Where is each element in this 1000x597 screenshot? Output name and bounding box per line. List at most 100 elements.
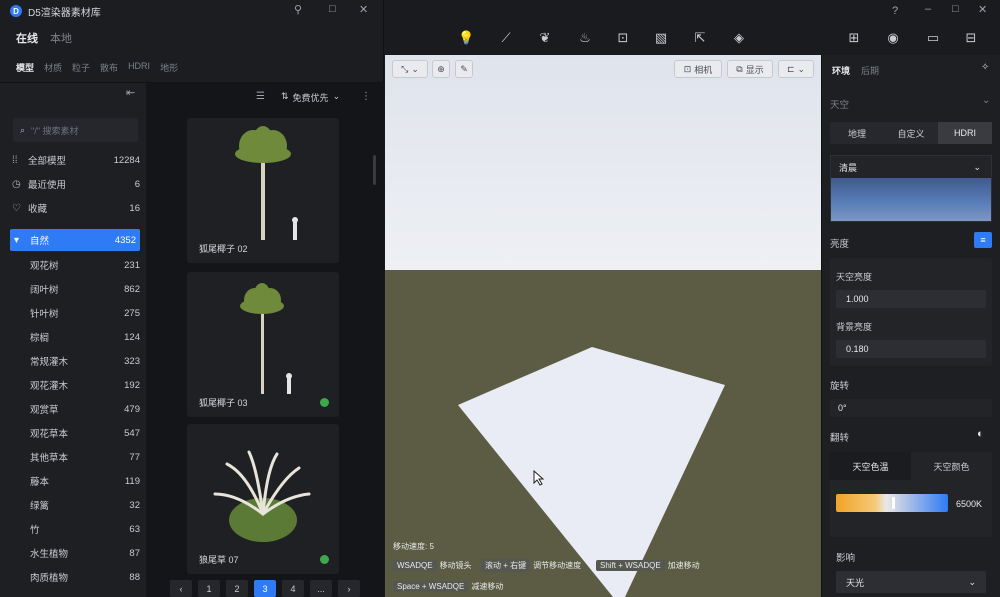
tab-post[interactable]: 后期 [861, 64, 879, 77]
camera-button[interactable]: ⊡ 相机 [674, 60, 722, 78]
eyedropper-button[interactable]: ✎ [455, 60, 473, 78]
fire-icon[interactable]: ♨ [577, 30, 593, 46]
sidebar-item[interactable]: 针叶树 275 [12, 302, 140, 324]
rotation-input[interactable]: 0° [830, 399, 992, 417]
sidebar-item[interactable]: 观赏草 479 [12, 398, 140, 420]
help-icon[interactable]: ? [892, 5, 898, 17]
sidebar-item[interactable]: ♡ 收藏 16 [12, 197, 140, 219]
asset-card[interactable]: 狼尾草 07 [187, 424, 339, 574]
asset-card[interactable]: 狐尾椰子 03 [187, 272, 339, 417]
palm-tree-thumbnail [240, 283, 292, 394]
tab-particles[interactable]: 粒子 [72, 61, 90, 74]
page-button[interactable]: 1 [198, 580, 220, 597]
page-button[interactable]: ‹ [170, 580, 192, 597]
tab-materials[interactable]: 材质 [44, 61, 62, 74]
path-icon[interactable]: ⟋ [498, 30, 514, 46]
close-button[interactable]: ✕ [978, 3, 987, 16]
search-input[interactable]: ⌕ "/" 搜索素材 [13, 118, 138, 142]
library-close-button[interactable]: ✕ [359, 3, 368, 16]
sky-mode-hdri[interactable]: HDRI [938, 122, 992, 144]
sky-mode-geo[interactable]: 地理 [830, 122, 884, 144]
tab-online[interactable]: 在线 [16, 30, 38, 46]
page-button[interactable]: 2 [226, 580, 248, 597]
sort-dropdown[interactable]: ⇅ 免费优先 ⌄ [281, 91, 340, 104]
white-plane-object[interactable] [385, 55, 821, 597]
sidebar-item[interactable]: 棕榈 124 [12, 326, 140, 348]
tab-scatter[interactable]: 散布 [100, 61, 118, 74]
history-icon: ◷ [12, 178, 21, 190]
chevron-down-icon: ⌄ [332, 91, 341, 101]
sidebar-item[interactable]: ◷ 最近使用 6 [12, 173, 140, 195]
influence-dropdown[interactable]: 天光 ⌄ [836, 571, 986, 593]
sidebar-item[interactable]: 水生植物 87 [12, 542, 140, 564]
tab-local[interactable]: 本地 [50, 30, 72, 46]
select-icon[interactable]: ⇱ [692, 30, 708, 46]
library-maximize-button[interactable]: □ [329, 3, 336, 15]
sidebar-item[interactable]: 竹 63 [12, 518, 140, 540]
hdri-selector[interactable]: 清晨 ⌄ [830, 155, 992, 222]
downloaded-badge [320, 555, 329, 564]
inbox-icon[interactable]: ⊟ [963, 30, 979, 46]
transform-mode-button[interactable]: ⤡ ⌄ [392, 60, 428, 78]
video-icon[interactable]: ▭ [925, 30, 941, 46]
sidebar-item[interactable]: 阔叶树 862 [12, 278, 140, 300]
tab-terrain[interactable]: 地形 [160, 61, 178, 74]
sidebar-item[interactable]: 其他草本 77 [12, 446, 140, 468]
sidebar-item[interactable]: 观花草本 547 [12, 422, 140, 444]
page-button[interactable]: › [338, 580, 360, 597]
camera-icon[interactable]: ◉ [885, 30, 901, 46]
sky-header: 天空 [830, 100, 850, 111]
sidebar-item[interactable]: 观花灌木 192 [12, 374, 140, 396]
more-options-icon[interactable]: ⋮ [361, 91, 371, 102]
temperature-thumb[interactable] [892, 497, 895, 509]
temperature-slider[interactable] [836, 494, 948, 512]
contrast-toggle-icon[interactable]: ◐ [977, 428, 984, 440]
collapse-sidebar-icon[interactable]: ⇤ [126, 86, 135, 99]
sidebar-item[interactable]: ⁞⁞ 全部模型 12284 [12, 149, 140, 171]
sky-brightness-input[interactable]: 1.000 [836, 290, 986, 308]
mode-sky-color[interactable]: 天空颜色 [911, 452, 992, 480]
mouse-cursor-icon [533, 470, 545, 486]
color-mode-segmented: 天空色温 天空颜色 [830, 452, 992, 480]
pin-icon[interactable]: ⚲ [294, 3, 302, 16]
sidebar-item[interactable]: 绿篱 32 [12, 494, 140, 516]
page-button[interactable]: 3 [254, 580, 276, 597]
asset-card[interactable]: 狐尾椰子 02 [187, 118, 339, 263]
minimize-button[interactable]: – [925, 3, 931, 15]
sidebar-item[interactable]: 常规灌木 323 [12, 350, 140, 372]
sidebar-item[interactable]: 观花树 231 [12, 254, 140, 276]
tab-hdri[interactable]: HDRI [128, 61, 150, 74]
maximize-button[interactable]: □ [952, 3, 959, 15]
sidebar-item-label: 竹 [30, 525, 40, 536]
display-icon: ⧉ [736, 63, 743, 74]
view-mode-button[interactable]: ⊏ ⌄ [778, 60, 814, 78]
magic-icon[interactable]: ✧ [981, 62, 989, 73]
sidebar-item-count: 275 [124, 307, 140, 319]
sidebar-item[interactable]: 藤本 119 [12, 470, 140, 492]
leaf-icon[interactable]: ❦ [537, 30, 553, 46]
sidebar-item-count: 77 [129, 451, 140, 463]
sidebar-item-label: 全部模型 [28, 156, 67, 167]
sky-mode-custom[interactable]: 自定义 [884, 122, 938, 144]
tab-environment[interactable]: 环境 [832, 64, 850, 77]
tool-icon[interactable]: ⊡ [615, 30, 631, 46]
filter-list-icon[interactable]: ☰ [256, 91, 265, 102]
chevron-down-icon[interactable]: ⌄ [982, 95, 990, 106]
asset-scrollbar[interactable] [373, 155, 376, 185]
3d-viewport[interactable]: ⤡ ⌄ ⊕ ✎ ⊡ 相机 ⧉ 显示 ⊏ ⌄ 移动速度: 5 WSADQE 移动镜头 滚动 … [385, 55, 821, 597]
material-icon[interactable]: ▧ [653, 30, 669, 46]
page-button[interactable]: 4 [282, 580, 304, 597]
render-icon[interactable]: ⊞ [846, 30, 862, 46]
sidebar-item[interactable]: ▾ 自然 4352 [10, 229, 140, 251]
globe-button[interactable]: ⊕ [432, 60, 450, 78]
display-button[interactable]: ⧉ 显示 [727, 60, 773, 78]
tab-models[interactable]: 模型 [16, 61, 34, 74]
light-icon[interactable]: 💡 [458, 30, 474, 46]
adjust-icon[interactable]: ≡ [974, 232, 992, 248]
sidebar-item[interactable]: 肉质植物 88 [12, 566, 140, 588]
shortcut-hint: Space + WSADQE 减速移动 [393, 579, 503, 594]
bg-brightness-input[interactable]: 0.180 [836, 340, 986, 358]
layers-icon[interactable]: ◈ [731, 30, 747, 46]
mode-sky-temperature[interactable]: 天空色温 [830, 452, 911, 480]
page-button[interactable]: ... [310, 580, 332, 597]
